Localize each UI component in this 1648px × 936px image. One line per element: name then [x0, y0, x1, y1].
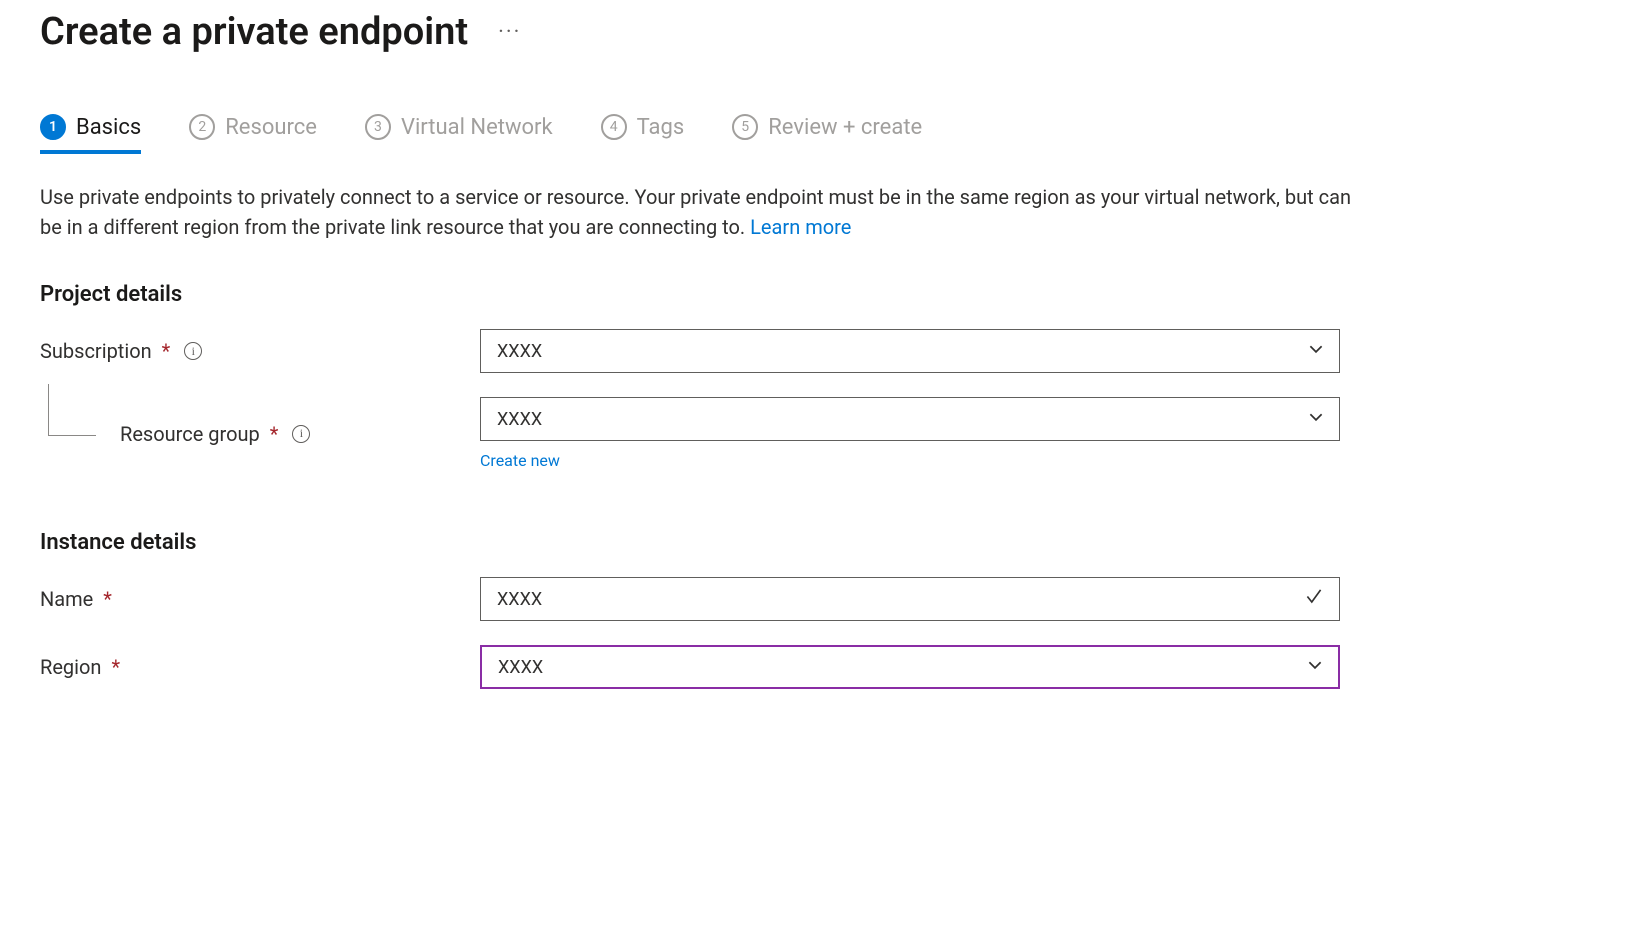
required-asterisk: * [270, 422, 279, 446]
step-number-badge: 2 [189, 114, 215, 140]
dropdown-value: XXXX [497, 341, 542, 362]
chevron-down-icon [1307, 340, 1325, 363]
tab-label: Resource [225, 115, 317, 140]
section-project-details: Project details [40, 282, 1608, 307]
region-dropdown[interactable]: XXXX [480, 645, 1340, 689]
tab-virtual-network[interactable]: 3 Virtual Network [365, 114, 553, 154]
resource-group-dropdown[interactable]: XXXX [480, 397, 1340, 441]
tab-basics[interactable]: 1 Basics [40, 114, 141, 154]
step-number-badge: 4 [601, 114, 627, 140]
name-label: Name * [40, 587, 480, 611]
info-icon[interactable]: i [292, 425, 310, 443]
subscription-label: Subscription * i [40, 339, 480, 363]
step-number-badge: 3 [365, 114, 391, 140]
required-asterisk: * [162, 339, 171, 363]
chevron-down-icon [1306, 656, 1324, 679]
step-number-badge: 1 [40, 114, 66, 140]
create-new-link[interactable]: Create new [480, 451, 560, 470]
info-icon[interactable]: i [184, 342, 202, 360]
subscription-dropdown[interactable]: XXXX [480, 329, 1340, 373]
tab-tags[interactable]: 4 Tags [601, 114, 685, 154]
tab-review-create[interactable]: 5 Review + create [732, 114, 922, 154]
learn-more-link[interactable]: Learn more [750, 215, 851, 239]
required-asterisk: * [103, 587, 112, 611]
indent-connector-icon [48, 384, 96, 436]
tab-label: Basics [76, 115, 141, 140]
more-actions-icon[interactable]: ··· [498, 20, 521, 45]
label-text: Resource group [120, 422, 260, 446]
page-title: Create a private endpoint [40, 10, 468, 54]
tab-label: Virtual Network [401, 115, 553, 140]
resource-group-label: Resource group * i [40, 422, 480, 446]
tab-label: Review + create [768, 115, 922, 140]
description-text: Use private endpoints to privately conne… [40, 182, 1360, 242]
name-input[interactable]: XXXX [480, 577, 1340, 621]
description-body: Use private endpoints to privately conne… [40, 185, 1351, 239]
dropdown-value: XXXX [498, 657, 543, 678]
required-asterisk: * [111, 655, 120, 679]
region-label: Region * [40, 655, 480, 679]
wizard-tabs: 1 Basics 2 Resource 3 Virtual Network 4 … [40, 114, 1608, 154]
input-value: XXXX [497, 589, 542, 610]
label-text: Subscription [40, 339, 152, 363]
checkmark-icon [1303, 586, 1325, 613]
dropdown-value: XXXX [497, 409, 542, 430]
section-instance-details: Instance details [40, 530, 1608, 555]
step-number-badge: 5 [732, 114, 758, 140]
label-text: Name [40, 587, 93, 611]
label-text: Region [40, 655, 101, 679]
tab-label: Tags [637, 115, 685, 140]
tab-resource[interactable]: 2 Resource [189, 114, 317, 154]
chevron-down-icon [1307, 408, 1325, 431]
